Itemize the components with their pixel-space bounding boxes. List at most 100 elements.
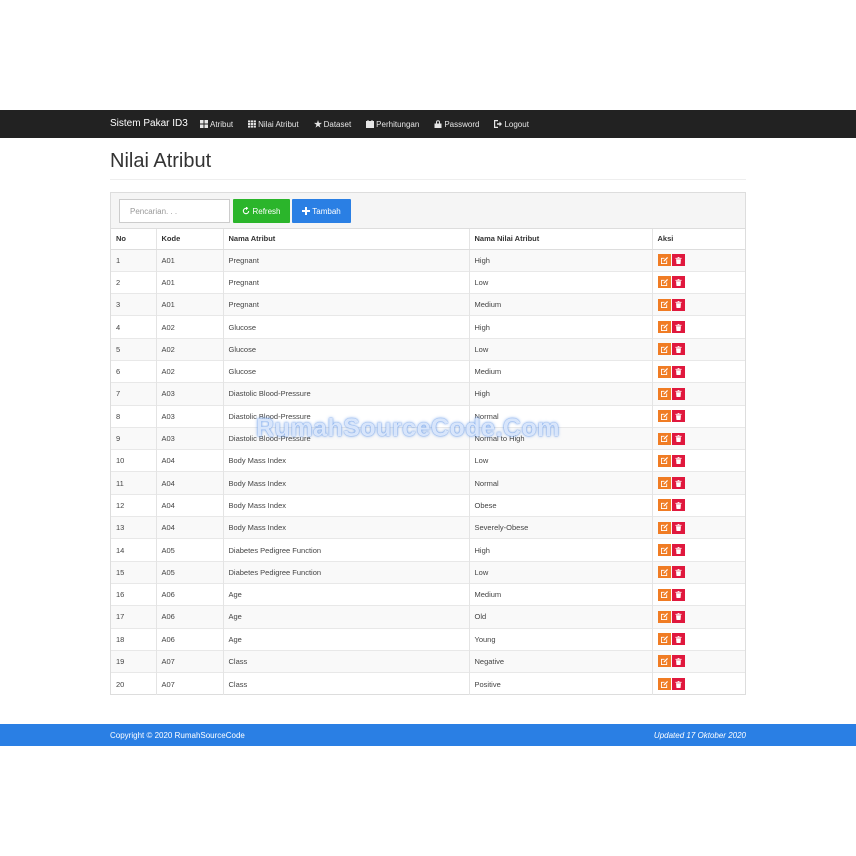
row-actions [652,293,745,316]
trash-icon [674,345,682,353]
delete-button[interactable] [671,499,685,512]
list-grid-icon [248,120,257,128]
row-kode: A06 [156,582,224,606]
delete-button[interactable] [671,343,685,356]
nav-item-label: Atribut [210,119,234,129]
edit-button[interactable] [657,298,671,311]
row-nama-nilai: Low [469,337,653,361]
table-header-row: No Kode Nama Atribut Nama Nilai Atribut … [111,229,745,250]
add-button[interactable]: Tambah [292,199,351,223]
edit-button[interactable] [657,544,671,556]
delete-button[interactable] [671,365,685,378]
delete-button[interactable] [671,655,685,668]
nav-item-dataset[interactable]: Dataset [313,120,351,129]
column-header: No [111,229,157,250]
delete-button[interactable] [671,410,685,423]
nav-item-nilai-atribut[interactable]: Nilai Atribut [248,120,299,129]
delete-button[interactable] [671,633,685,646]
edit-button[interactable] [657,655,671,668]
row-actions [652,315,745,339]
toolbar: Refresh Tambah [111,193,745,229]
row-nama-nilai: High [469,248,653,272]
row-actions [652,649,745,673]
edit-icon [660,256,668,264]
delete-button[interactable] [671,387,685,400]
trash-icon [674,546,682,554]
row-nama-nilai: High [469,538,653,562]
edit-button[interactable] [657,566,671,579]
delete-button[interactable] [671,298,685,311]
refresh-button[interactable]: Refresh [233,199,290,223]
row-kode: A05 [156,538,224,562]
row-nama-atribut: Diabetes Pedigree Function [223,560,470,584]
row-actions [652,538,745,562]
row-kode: A07 [156,672,224,695]
nav-item-logout[interactable]: Logout [494,120,529,129]
delete-button[interactable] [671,544,685,556]
delete-button[interactable] [671,432,685,445]
delete-button[interactable] [671,521,685,534]
row-kode: A04 [156,493,224,517]
edit-icon [660,345,668,353]
navbar: Sistem Pakar ID3 Atribut Nilai Atribut D… [0,110,856,138]
edit-button[interactable] [657,321,671,334]
edit-button[interactable] [657,454,671,467]
row-nama-nilai: Medium [469,582,653,606]
edit-icon [660,412,668,420]
row-no: 3 [111,293,157,316]
row-actions [652,270,745,294]
row-actions [652,582,745,606]
table-row: 7 A03 Diastolic Blood-Pressure High [111,382,745,406]
edit-icon [660,680,668,688]
edit-button[interactable] [657,343,671,356]
nav-item-password[interactable]: Password [434,120,479,129]
nav-menu: Atribut Nilai Atribut Dataset Perhitunga… [200,110,544,138]
search-input[interactable] [119,199,230,223]
row-actions [652,426,745,450]
edit-button[interactable] [657,432,671,445]
nav-item-atribut[interactable]: Atribut [200,120,233,129]
edit-button[interactable] [657,588,671,601]
edit-button[interactable] [657,633,671,646]
edit-icon [660,546,668,554]
column-header: Aksi [652,229,745,250]
trash-icon [674,412,682,420]
row-actions [652,672,745,695]
delete-button[interactable] [671,454,685,467]
edit-button[interactable] [657,610,671,623]
edit-icon [660,568,668,576]
edit-button[interactable] [657,521,671,534]
table-row: 6 A02 Glucose Medium [111,359,745,383]
delete-button[interactable] [671,254,685,267]
row-actions [652,248,745,272]
delete-button[interactable] [671,588,685,601]
edit-button[interactable] [657,276,671,289]
table-row: 10 A04 Body Mass Index Low [111,449,745,472]
delete-button[interactable] [671,678,685,691]
table-row: 3 A01 Pregnant Medium [111,293,745,316]
table-row: 5 A02 Glucose Low [111,337,745,361]
edit-button[interactable] [657,499,671,512]
add-label: Tambah [312,206,341,216]
edit-button[interactable] [657,477,671,490]
trash-icon [674,591,682,599]
table-row: 15 A05 Diabetes Pedigree Function Low [111,560,745,584]
table-row: 19 A07 Class Negative [111,649,745,673]
navbar-brand[interactable]: Sistem Pakar ID3 [110,118,188,129]
delete-button[interactable] [671,566,685,579]
row-kode: A02 [156,337,224,361]
delete-button[interactable] [671,321,685,334]
delete-button[interactable] [671,477,685,490]
edit-button[interactable] [657,387,671,400]
delete-button[interactable] [671,276,685,289]
edit-button[interactable] [657,678,671,691]
delete-button[interactable] [671,610,685,623]
row-nama-atribut: Body Mass Index [223,471,470,495]
edit-button[interactable] [657,410,671,423]
edit-button[interactable] [657,254,671,267]
table-row: 17 A06 Age Old [111,605,745,629]
nav-item-perhitungan[interactable]: Perhitungan [366,120,419,129]
edit-button[interactable] [657,365,671,378]
row-nama-atribut: Glucose [223,359,470,383]
plus-icon [302,207,311,215]
